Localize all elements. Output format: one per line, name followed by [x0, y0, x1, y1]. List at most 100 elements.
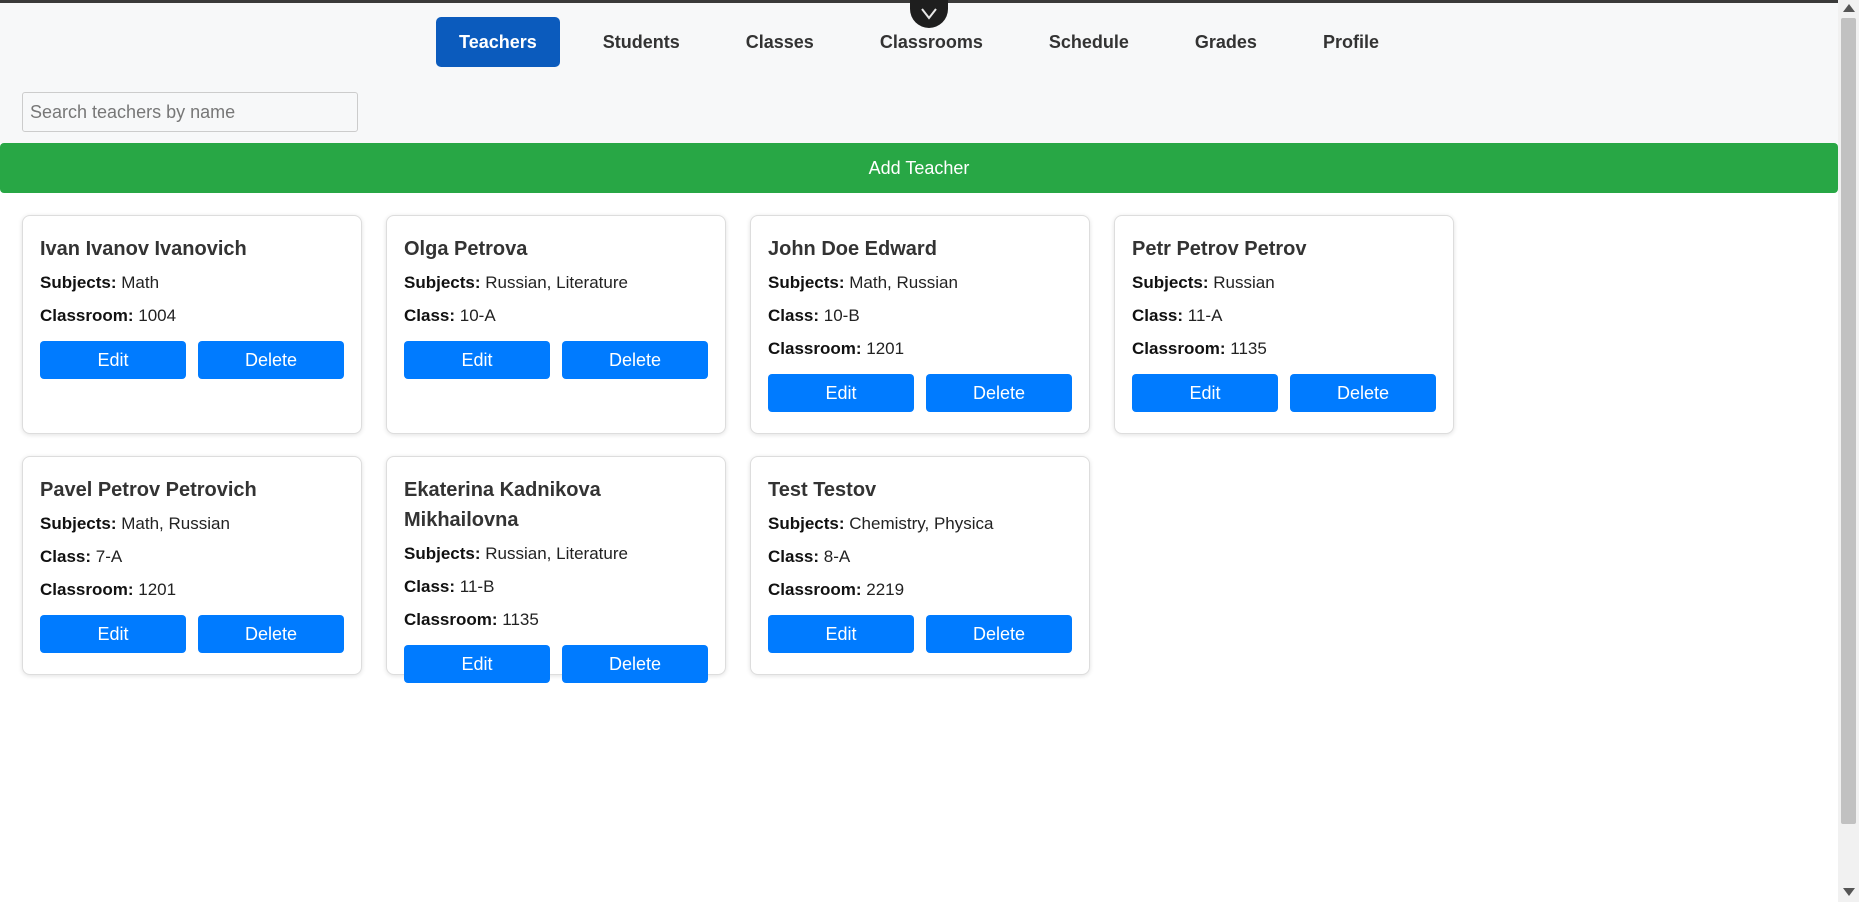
edit-button[interactable]: Edit — [40, 341, 186, 379]
teacher-class-row: Class: 8-A — [768, 540, 1072, 573]
teacher-card-list: Ivan Ivanov Ivanovich Subjects: Math Class… — [22, 215, 1816, 683]
subjects-value: Russian, Literature — [485, 273, 628, 292]
delete-button[interactable]: Delete — [562, 645, 708, 683]
delete-button[interactable]: Delete — [926, 374, 1072, 412]
teacher-name: John Doe Edward — [768, 238, 937, 260]
delete-button[interactable]: Delete — [198, 615, 344, 653]
edit-button[interactable]: Edit — [40, 615, 186, 653]
class-label: Class: — [40, 547, 92, 566]
class-value: 11-A — [1187, 306, 1223, 325]
teacher-subjects-row: Subjects: Russian, Literature — [404, 537, 708, 570]
nav-tab-grades[interactable]: Grades — [1172, 17, 1280, 67]
teacher-card: Pavel Petrov Petrovich Subjects: Math, Ru… — [22, 456, 362, 675]
teacher-classroom-row: Classroom: 1135 — [1132, 332, 1436, 365]
chevron-down-icon — [921, 8, 937, 20]
teacher-class-row: Class: 10-B — [768, 299, 1072, 332]
teacher-name: Petr Petrov Petrov — [1132, 238, 1307, 260]
delete-button[interactable]: Delete — [562, 341, 708, 379]
subjects-value: Math, Russian — [121, 514, 230, 533]
card-actions: Edit Delete — [404, 341, 708, 379]
edit-button[interactable]: Edit — [768, 374, 914, 412]
teacher-name: Pavel Petrov Petrovich — [40, 479, 257, 501]
class-value: 7-A — [95, 547, 123, 566]
class-value: 11-B — [459, 577, 495, 596]
teacher-classroom-row: Classroom: 1135 — [404, 603, 708, 636]
edit-button[interactable]: Edit — [404, 341, 550, 379]
add-teacher-button[interactable]: Add Teacher — [0, 143, 1838, 193]
subjects-label: Subjects: — [40, 514, 117, 533]
teacher-card: Test Testov Subjects: Chemistry, Physica C… — [750, 456, 1090, 675]
teacher-subjects-row: Subjects: Chemistry, Physica — [768, 507, 1072, 540]
subjects-label: Subjects: — [404, 273, 481, 292]
classroom-value: 1201 — [866, 339, 905, 358]
class-label: Class: — [1132, 306, 1184, 325]
teacher-classroom-row: Classroom: 2219 — [768, 573, 1072, 606]
teacher-card: Petr Petrov Petrov Subjects: Russian Class… — [1114, 215, 1454, 434]
teacher-subjects-row: Subjects: Math — [40, 266, 344, 299]
teacher-classroom-row: Classroom: 1004 — [40, 299, 344, 332]
teacher-class-row: Class: 11-A — [1132, 299, 1436, 332]
class-label: Class: — [768, 306, 820, 325]
classroom-label: Classroom: — [404, 610, 498, 629]
search-input[interactable] — [22, 92, 358, 132]
subjects-label: Subjects: — [768, 273, 845, 292]
teacher-classroom-row: Classroom: 1201 — [40, 573, 344, 606]
teacher-class-row: Class: 10-A — [404, 299, 708, 332]
subjects-value: Chemistry, Physica — [849, 514, 994, 533]
teacher-subjects-row: Subjects: Math, Russian — [768, 266, 1072, 299]
card-actions: Edit Delete — [1132, 374, 1436, 412]
classroom-value: 1135 — [1230, 339, 1267, 358]
classroom-value: 2219 — [866, 580, 905, 599]
edit-button[interactable]: Edit — [404, 645, 550, 683]
subjects-value: Russian — [1213, 273, 1275, 292]
teacher-subjects-row: Subjects: Russian — [1132, 266, 1436, 299]
classroom-label: Classroom: — [40, 580, 134, 599]
classroom-label: Classroom: — [768, 580, 862, 599]
teacher-card: John Doe Edward Subjects: Math, Russian Cl… — [750, 215, 1090, 434]
card-actions: Edit Delete — [404, 645, 708, 683]
teacher-name: Ekaterina Kadnikova Mikhailovna — [404, 479, 601, 531]
classroom-label: Classroom: — [1132, 339, 1226, 358]
teacher-name: Olga Petrova — [404, 238, 528, 260]
edit-button[interactable]: Edit — [1132, 374, 1278, 412]
subjects-value: Math, Russian — [849, 273, 958, 292]
subjects-label: Subjects: — [768, 514, 845, 533]
teacher-subjects-row: Subjects: Math, Russian — [40, 507, 344, 540]
teacher-subjects-row: Subjects: Russian, Literature — [404, 266, 708, 299]
class-label: Class: — [768, 547, 820, 566]
nav-tab-classes[interactable]: Classes — [723, 17, 837, 67]
scroll-down-arrow-icon[interactable] — [1843, 888, 1855, 896]
delete-button[interactable]: Delete — [198, 341, 344, 379]
teacher-name: Ivan Ivanov Ivanovich — [40, 238, 247, 260]
scroll-up-arrow-icon[interactable] — [1843, 4, 1855, 12]
teacher-card: Olga Petrova Subjects: Russian, Literatur… — [386, 215, 726, 434]
classroom-label: Classroom: — [768, 339, 862, 358]
classroom-value: 1135 — [502, 610, 539, 629]
delete-button[interactable]: Delete — [1290, 374, 1436, 412]
page-scrollbar[interactable] — [1838, 0, 1859, 902]
class-label: Class: — [404, 306, 456, 325]
subjects-value: Math — [121, 273, 160, 292]
teacher-class-row: Class: 11-B — [404, 570, 708, 603]
class-value: 8-A — [823, 547, 851, 566]
classroom-value: 1004 — [138, 306, 177, 325]
subjects-label: Subjects: — [40, 273, 117, 292]
nav-tab-teachers[interactable]: Teachers — [436, 17, 560, 67]
edit-button[interactable]: Edit — [768, 615, 914, 653]
class-value: 10-A — [459, 306, 496, 325]
teacher-classroom-row: Classroom: 1201 — [768, 332, 1072, 365]
teacher-card: Ekaterina Kadnikova Mikhailovna Subjects:… — [386, 456, 726, 683]
card-actions: Edit Delete — [768, 615, 1072, 653]
card-actions: Edit Delete — [768, 374, 1072, 412]
nav-tab-profile[interactable]: Profile — [1300, 17, 1402, 67]
subjects-value: Russian, Literature — [485, 544, 628, 563]
teacher-class-row: Class: 7-A — [40, 540, 344, 573]
teacher-name: Test Testov — [768, 479, 877, 501]
scrollbar-thumb[interactable] — [1841, 18, 1856, 824]
classroom-label: Classroom: — [40, 306, 134, 325]
nav-tab-schedule[interactable]: Schedule — [1026, 17, 1152, 67]
card-actions: Edit Delete — [40, 615, 344, 653]
nav-tab-students[interactable]: Students — [580, 17, 703, 67]
delete-button[interactable]: Delete — [926, 615, 1072, 653]
subjects-label: Subjects: — [1132, 273, 1209, 292]
